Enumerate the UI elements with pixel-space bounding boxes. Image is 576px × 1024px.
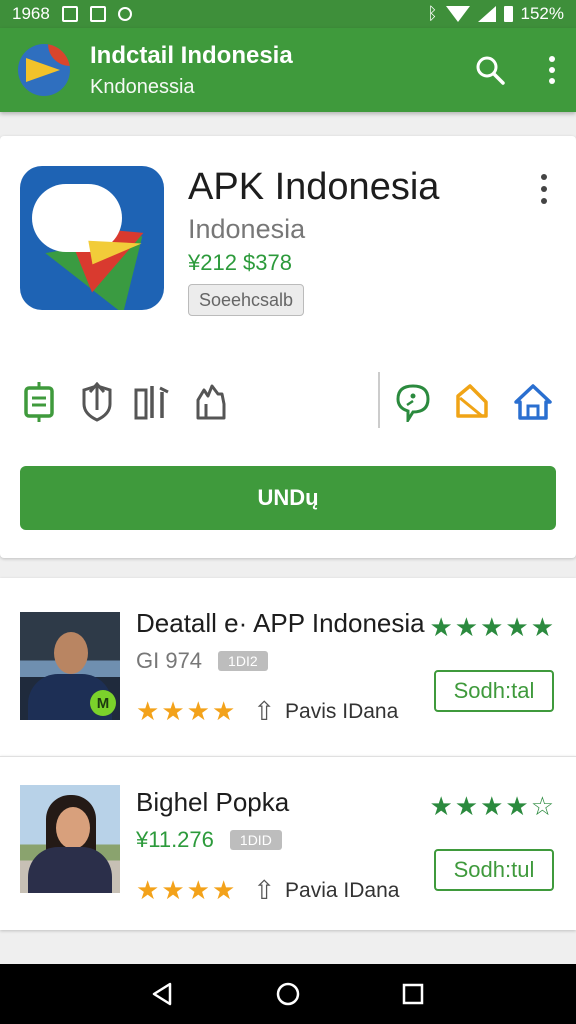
star-icon: ★ [480, 791, 504, 821]
app-thumbnail: M [20, 612, 120, 720]
bluetooth-icon: ᛒ [427, 4, 438, 23]
app-thumbnail [20, 785, 120, 893]
star-icon: ★ [161, 696, 185, 726]
rating-stars: ★ ★ ★ ★ ☆ [429, 791, 554, 822]
star-icon: ★ [530, 612, 554, 642]
star-icon: ★ [136, 875, 160, 905]
list-item-developer: Pavis IDana [285, 699, 399, 723]
star-icon: ★ [429, 791, 453, 821]
signal-icon [477, 6, 496, 22]
document-icon[interactable] [20, 382, 58, 422]
user-rating: ★ ★ ★ ★ ⇧ Pavia IDana [136, 875, 399, 906]
app-bar: Indctail Indonesia Kndonessia [0, 28, 576, 112]
star-icon: ★ [454, 612, 479, 642]
battery-icon [503, 6, 513, 22]
star-icon: ★ [505, 612, 529, 642]
app-name: APK Indonesia [188, 166, 440, 208]
rating-stars: ★ ★ ★ ★ ★ [429, 612, 554, 643]
star-icon: ★ [429, 612, 453, 642]
app-title: Indctail Indonesia [90, 41, 293, 69]
chat-bubble-icon[interactable] [396, 382, 430, 422]
upload-arrow-icon: ⇧ [253, 696, 276, 726]
icon-divider [378, 372, 380, 428]
location-icon [117, 7, 132, 21]
feature-icon-row [20, 382, 560, 422]
app-subtitle: Kndonessia [90, 75, 195, 98]
star-icon: ★ [211, 875, 236, 905]
star-icon: ★ [454, 791, 479, 821]
status-bar: 1968 ᛒ 152% [0, 0, 576, 28]
recents-icon[interactable] [400, 981, 426, 1007]
upload-shield-icon[interactable] [80, 382, 114, 422]
system-nav-bar [0, 964, 576, 1024]
hand-icon[interactable] [192, 382, 228, 422]
app-logo[interactable] [18, 44, 70, 96]
list-item-title: Bighel Popka [136, 787, 290, 817]
list-item-title: Deatall e· APP Indonesia [136, 608, 425, 638]
chart-bars-icon[interactable] [134, 382, 172, 422]
upload-arrow-icon: ⇧ [253, 875, 276, 905]
star-icon: ★ [136, 696, 160, 726]
app-price: ¥212 $378 [188, 250, 292, 275]
app-icon [20, 166, 164, 310]
app-detail-card: APK Indonesia Indonesia ¥212 $378 Soeehc… [0, 136, 576, 558]
search-icon[interactable] [474, 54, 506, 86]
wifi-icon [445, 6, 470, 22]
user-rating: ★ ★ ★ ★ ⇧ Pavis IDana [136, 696, 398, 727]
install-button[interactable]: UNDų [20, 466, 556, 530]
clock: 1968 [12, 4, 50, 23]
category-badge[interactable]: Soeehcsalb [188, 284, 305, 316]
list-item[interactable]: M Deatall e· APP Indonesia GI 974 1DI2 ★… [0, 578, 576, 756]
list-item-tag: 1DID [229, 830, 282, 850]
tag-icon[interactable] [454, 382, 490, 422]
home-icon[interactable] [512, 382, 554, 422]
install-button[interactable]: Sodh:tal [434, 670, 554, 712]
list-item[interactable]: Bighel Popka ¥11.276 1DID ★ ★ ★ ★ ⇧ Pavi… [0, 756, 576, 930]
list-item-value: GI 974 [136, 648, 203, 673]
star-icon: ★ [505, 791, 529, 821]
battery-level: 152% [520, 4, 564, 23]
more-vert-icon[interactable] [534, 174, 554, 204]
home-icon[interactable] [275, 981, 301, 1007]
more-vert-icon[interactable] [546, 56, 558, 84]
gallery-icon [89, 6, 106, 22]
list-item-value: ¥11.276 [136, 827, 214, 852]
m-badge-icon: M [90, 690, 116, 716]
list-item-developer: Pavia IDana [285, 878, 400, 902]
install-button[interactable]: Sodh:tul [434, 849, 554, 891]
list-item-tag: 1DI2 [218, 651, 268, 671]
star-icon: ★ [186, 696, 210, 726]
star-icon: ★ [186, 875, 210, 905]
star-icon: ★ [480, 612, 504, 642]
screenshot-icon [61, 6, 78, 22]
back-icon[interactable] [150, 981, 176, 1007]
star-icon: ★ [211, 696, 236, 726]
star-outline-icon: ☆ [530, 791, 554, 821]
app-developer[interactable]: Indonesia [188, 214, 305, 245]
star-icon: ★ [161, 875, 185, 905]
